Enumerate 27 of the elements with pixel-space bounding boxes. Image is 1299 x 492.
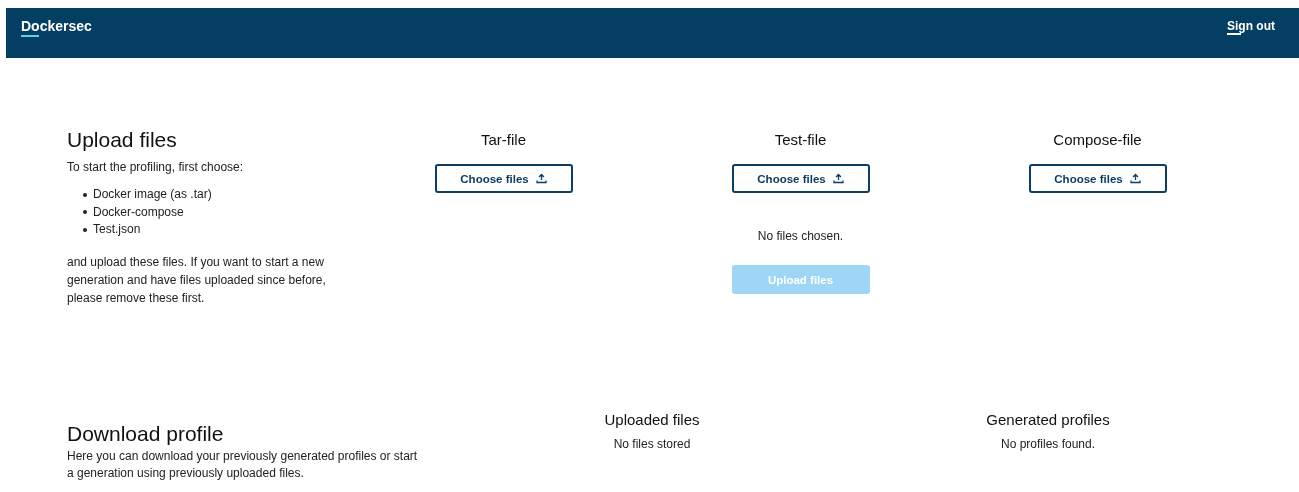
description-text: and upload these files. If you want to start a new generation and have files uploaded since before, please remove these first.: [67, 253, 327, 307]
list-item: Docker image (as .tar): [93, 186, 212, 203]
column-title: Uploaded files: [604, 410, 700, 428]
column-title: Test-file: [774, 131, 827, 148]
upload-icon: [1129, 173, 1141, 184]
status-text: No files stored: [613, 436, 691, 451]
list-item: Test.json: [93, 221, 141, 238]
choose-files-button[interactable]: Choose files: [1028, 164, 1167, 193]
bullet-icon: [83, 227, 87, 232]
choose-files-button[interactable]: Choose files: [434, 164, 573, 193]
bullet-icon: [83, 192, 87, 197]
section-title: Upload files: [67, 128, 178, 152]
column-title: Generated profiles: [986, 410, 1110, 428]
list-item: Docker-compose: [93, 203, 184, 221]
brand-link[interactable]: Dockersec: [21, 18, 92, 39]
column-title: Compose-file: [1053, 131, 1142, 148]
column-title: Tar-file: [481, 131, 526, 148]
status-text: No profiles found.: [1000, 436, 1096, 451]
section-title: Download profile: [67, 421, 225, 446]
choose-files-button[interactable]: Choose files: [731, 164, 870, 193]
sign-out-link[interactable]: Sign out: [1227, 19, 1275, 35]
description-text: Here you can download your previously generated profiles or start a generation using previously uploaded files.: [67, 447, 419, 482]
upload-icon: [832, 173, 844, 184]
upload-icon: [535, 173, 547, 184]
intro-text: To start the profiling, first choose:: [67, 159, 245, 176]
status-text: No files chosen.: [757, 229, 844, 243]
bullet-icon: [83, 210, 87, 215]
